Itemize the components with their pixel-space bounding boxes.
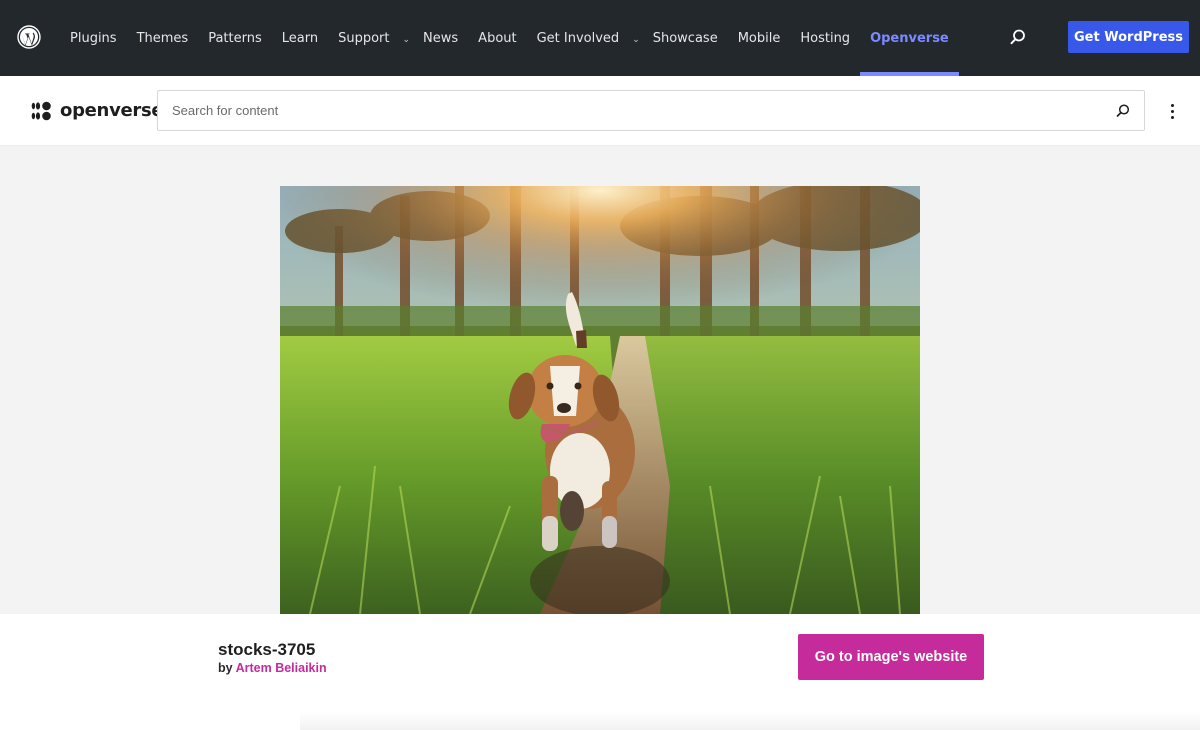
main-image[interactable]: [280, 186, 920, 614]
bottom-shadow: [300, 712, 1200, 730]
nav-item-plugins[interactable]: Plugins: [60, 0, 127, 76]
image-attribution: by Artem Beliaikin: [218, 661, 327, 675]
more-vertical-icon-dot: [1170, 115, 1174, 119]
search-icon[interactable]: [1114, 102, 1132, 120]
openverse-logo[interactable]: openverse: [31, 100, 164, 121]
wordpress-global-header: Plugins Themes Patterns Learn Support ⌄ News Ab…: [0, 0, 1200, 76]
nav-item-openverse[interactable]: Openverse: [860, 0, 959, 76]
get-wordpress-button[interactable]: Get WordPress: [1068, 21, 1189, 53]
search-icon[interactable]: [1008, 27, 1028, 47]
nav-item-learn[interactable]: Learn: [272, 0, 328, 76]
nav-item-mobile[interactable]: Mobile: [728, 0, 791, 76]
nav-item-news[interactable]: News: [413, 0, 468, 76]
more-vertical-icon-dot: [1170, 109, 1174, 113]
openverse-logo-text: openverse: [60, 100, 164, 121]
nav-item-showcase[interactable]: Showcase: [643, 0, 728, 76]
nav-item-hosting[interactable]: Hosting: [790, 0, 860, 76]
wordpress-main-nav: Plugins Themes Patterns Learn Support ⌄ News Ab…: [60, 0, 959, 76]
image-info-bar: stocks-3705 by Artem Beliaikin Go to ima…: [0, 614, 1200, 730]
by-label: by: [218, 661, 233, 675]
more-vertical-icon: [1170, 103, 1174, 107]
image-title: stocks-3705: [218, 640, 316, 659]
nav-item-get-involved[interactable]: Get Involved: [527, 0, 630, 76]
image-viewer: [0, 146, 1200, 614]
more-options-button[interactable]: [1163, 101, 1181, 121]
nav-item-patterns[interactable]: Patterns: [198, 0, 272, 76]
nav-item-support[interactable]: Support: [328, 0, 399, 76]
search-bar: [157, 90, 1145, 131]
openverse-header: openverse: [0, 76, 1200, 146]
openverse-logo-icon: [31, 101, 51, 120]
chevron-down-icon[interactable]: ⌄: [632, 0, 640, 76]
chevron-down-icon[interactable]: ⌄: [402, 0, 410, 76]
wordpress-logo-icon[interactable]: [17, 25, 41, 49]
nav-item-about[interactable]: About: [468, 0, 526, 76]
nav-item-themes[interactable]: Themes: [127, 0, 199, 76]
creator-link[interactable]: Artem Beliaikin: [236, 661, 327, 675]
dog-photo-illustration: [280, 186, 920, 614]
go-to-image-website-button[interactable]: Go to image's website: [798, 634, 984, 680]
search-input[interactable]: [158, 91, 1098, 130]
